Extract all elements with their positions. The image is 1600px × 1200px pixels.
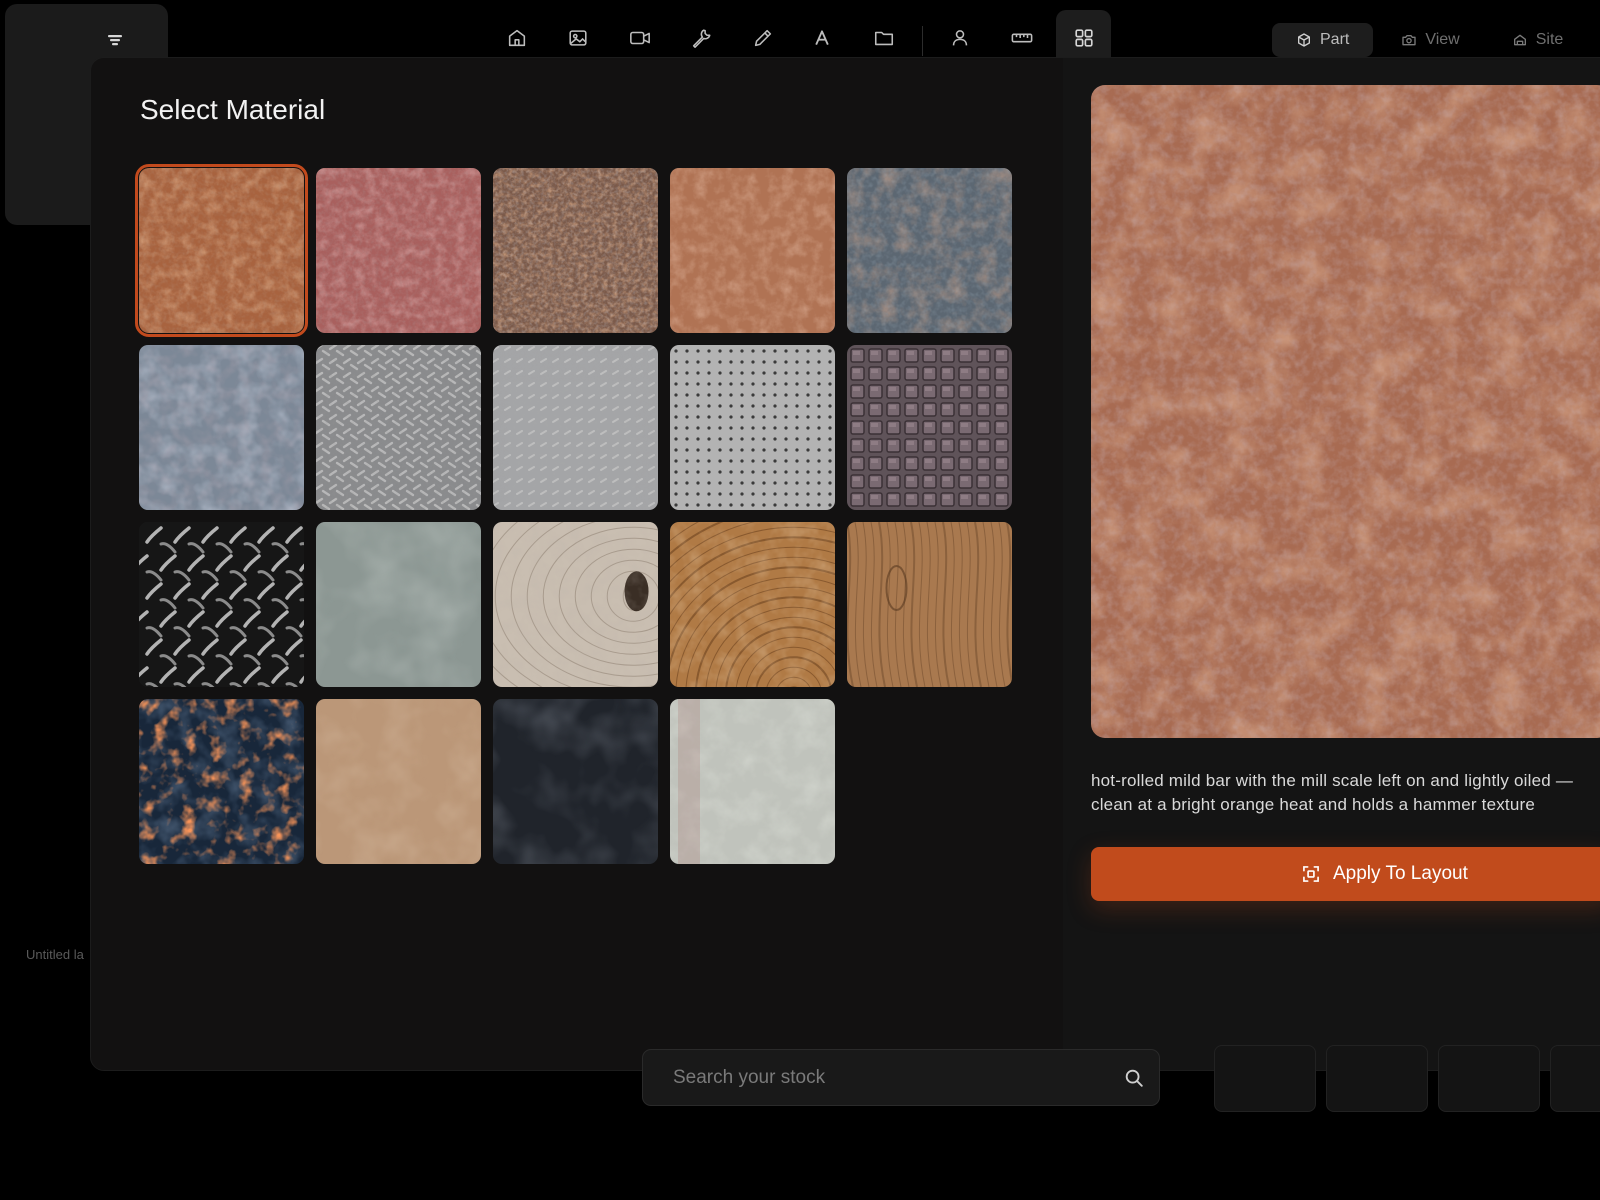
tab-part[interactable]: Part xyxy=(1272,23,1374,57)
view-tabs: Part View Site xyxy=(1272,23,1587,57)
apply-to-layout-button[interactable]: Apply To Layout xyxy=(1091,847,1600,901)
video-camera-icon xyxy=(630,31,650,45)
home-icon xyxy=(508,29,526,47)
material-swatch-dark-slate[interactable] xyxy=(493,699,658,864)
text-icon xyxy=(815,30,829,46)
cube-icon xyxy=(1298,33,1310,47)
material-swatch-tread-plate-light[interactable] xyxy=(493,345,658,510)
stock-thumbnail[interactable] xyxy=(1550,1045,1600,1112)
material-swatch-concrete-rust-streak[interactable] xyxy=(670,699,835,864)
stock-thumbnail[interactable] xyxy=(1214,1045,1316,1112)
material-preview xyxy=(1091,85,1600,738)
stock-thumbnail[interactable] xyxy=(1438,1045,1540,1112)
tab-site[interactable]: Site xyxy=(1488,23,1588,57)
apply-button-label: Apply To Layout xyxy=(1333,863,1468,884)
material-swatch-rust-pink[interactable] xyxy=(316,168,481,333)
tool-pencil[interactable] xyxy=(743,18,783,58)
search-input[interactable] xyxy=(643,1065,1109,1090)
tool-home[interactable] xyxy=(497,18,537,58)
tool-ruler[interactable] xyxy=(1002,18,1042,58)
material-swatch-tread-plate-fine[interactable] xyxy=(316,345,481,510)
material-swatch-diamond-plate-dark[interactable] xyxy=(139,522,304,687)
tool-user[interactable] xyxy=(940,18,980,58)
panel-title: Select Material xyxy=(140,94,326,125)
material-swatch-rust-light[interactable] xyxy=(670,168,835,333)
grid-icon xyxy=(1074,29,1093,47)
material-swatch-rust-speckled[interactable] xyxy=(493,168,658,333)
material-swatch-perforated-dots[interactable] xyxy=(670,345,835,510)
ruler-icon xyxy=(1011,33,1033,43)
search-button[interactable] xyxy=(1109,1067,1159,1089)
tool-wrench[interactable] xyxy=(681,18,721,58)
material-swatch-galvanized[interactable] xyxy=(139,345,304,510)
image-icon xyxy=(569,30,587,46)
material-swatch-wood-knot-light[interactable] xyxy=(493,522,658,687)
user-icon xyxy=(952,30,968,46)
material-swatch-wood-oak[interactable] xyxy=(847,522,1012,687)
search-icon xyxy=(1125,1069,1143,1087)
file-name-label: Untitled la xyxy=(26,947,84,962)
wrench-icon xyxy=(692,29,711,48)
camera-icon xyxy=(1402,35,1417,46)
tool-image[interactable] xyxy=(558,18,598,58)
tab-part-label: Part xyxy=(1320,31,1350,48)
house-icon xyxy=(1513,34,1526,46)
tool-folder[interactable] xyxy=(864,18,904,58)
tab-site-label: Site xyxy=(1535,31,1564,48)
material-swatch-tan-leather[interactable] xyxy=(316,699,481,864)
pencil-icon xyxy=(754,29,772,47)
toolbar-divider xyxy=(922,26,923,56)
stock-search-bar xyxy=(642,1049,1160,1106)
stock-thumbnail[interactable] xyxy=(1326,1045,1428,1112)
tool-text[interactable] xyxy=(802,18,842,58)
tab-view-label: View xyxy=(1425,31,1460,48)
tab-view[interactable]: View xyxy=(1377,23,1483,57)
material-swatch-rust-blue-patina[interactable] xyxy=(847,168,1012,333)
material-swatch-waffle-grid[interactable] xyxy=(847,345,1012,510)
material-swatch-wood-end-grain[interactable] xyxy=(670,522,835,687)
material-swatch-embers[interactable] xyxy=(139,699,304,864)
material-description: hot-rolled mild bar with the mill scale … xyxy=(1091,771,1574,814)
folder-icon xyxy=(874,31,894,46)
material-swatch-rust-orange[interactable] xyxy=(135,164,308,337)
material-swatch-grey-slate[interactable] xyxy=(316,522,481,687)
apply-focus-icon xyxy=(1303,866,1319,882)
tool-video[interactable] xyxy=(620,18,660,58)
